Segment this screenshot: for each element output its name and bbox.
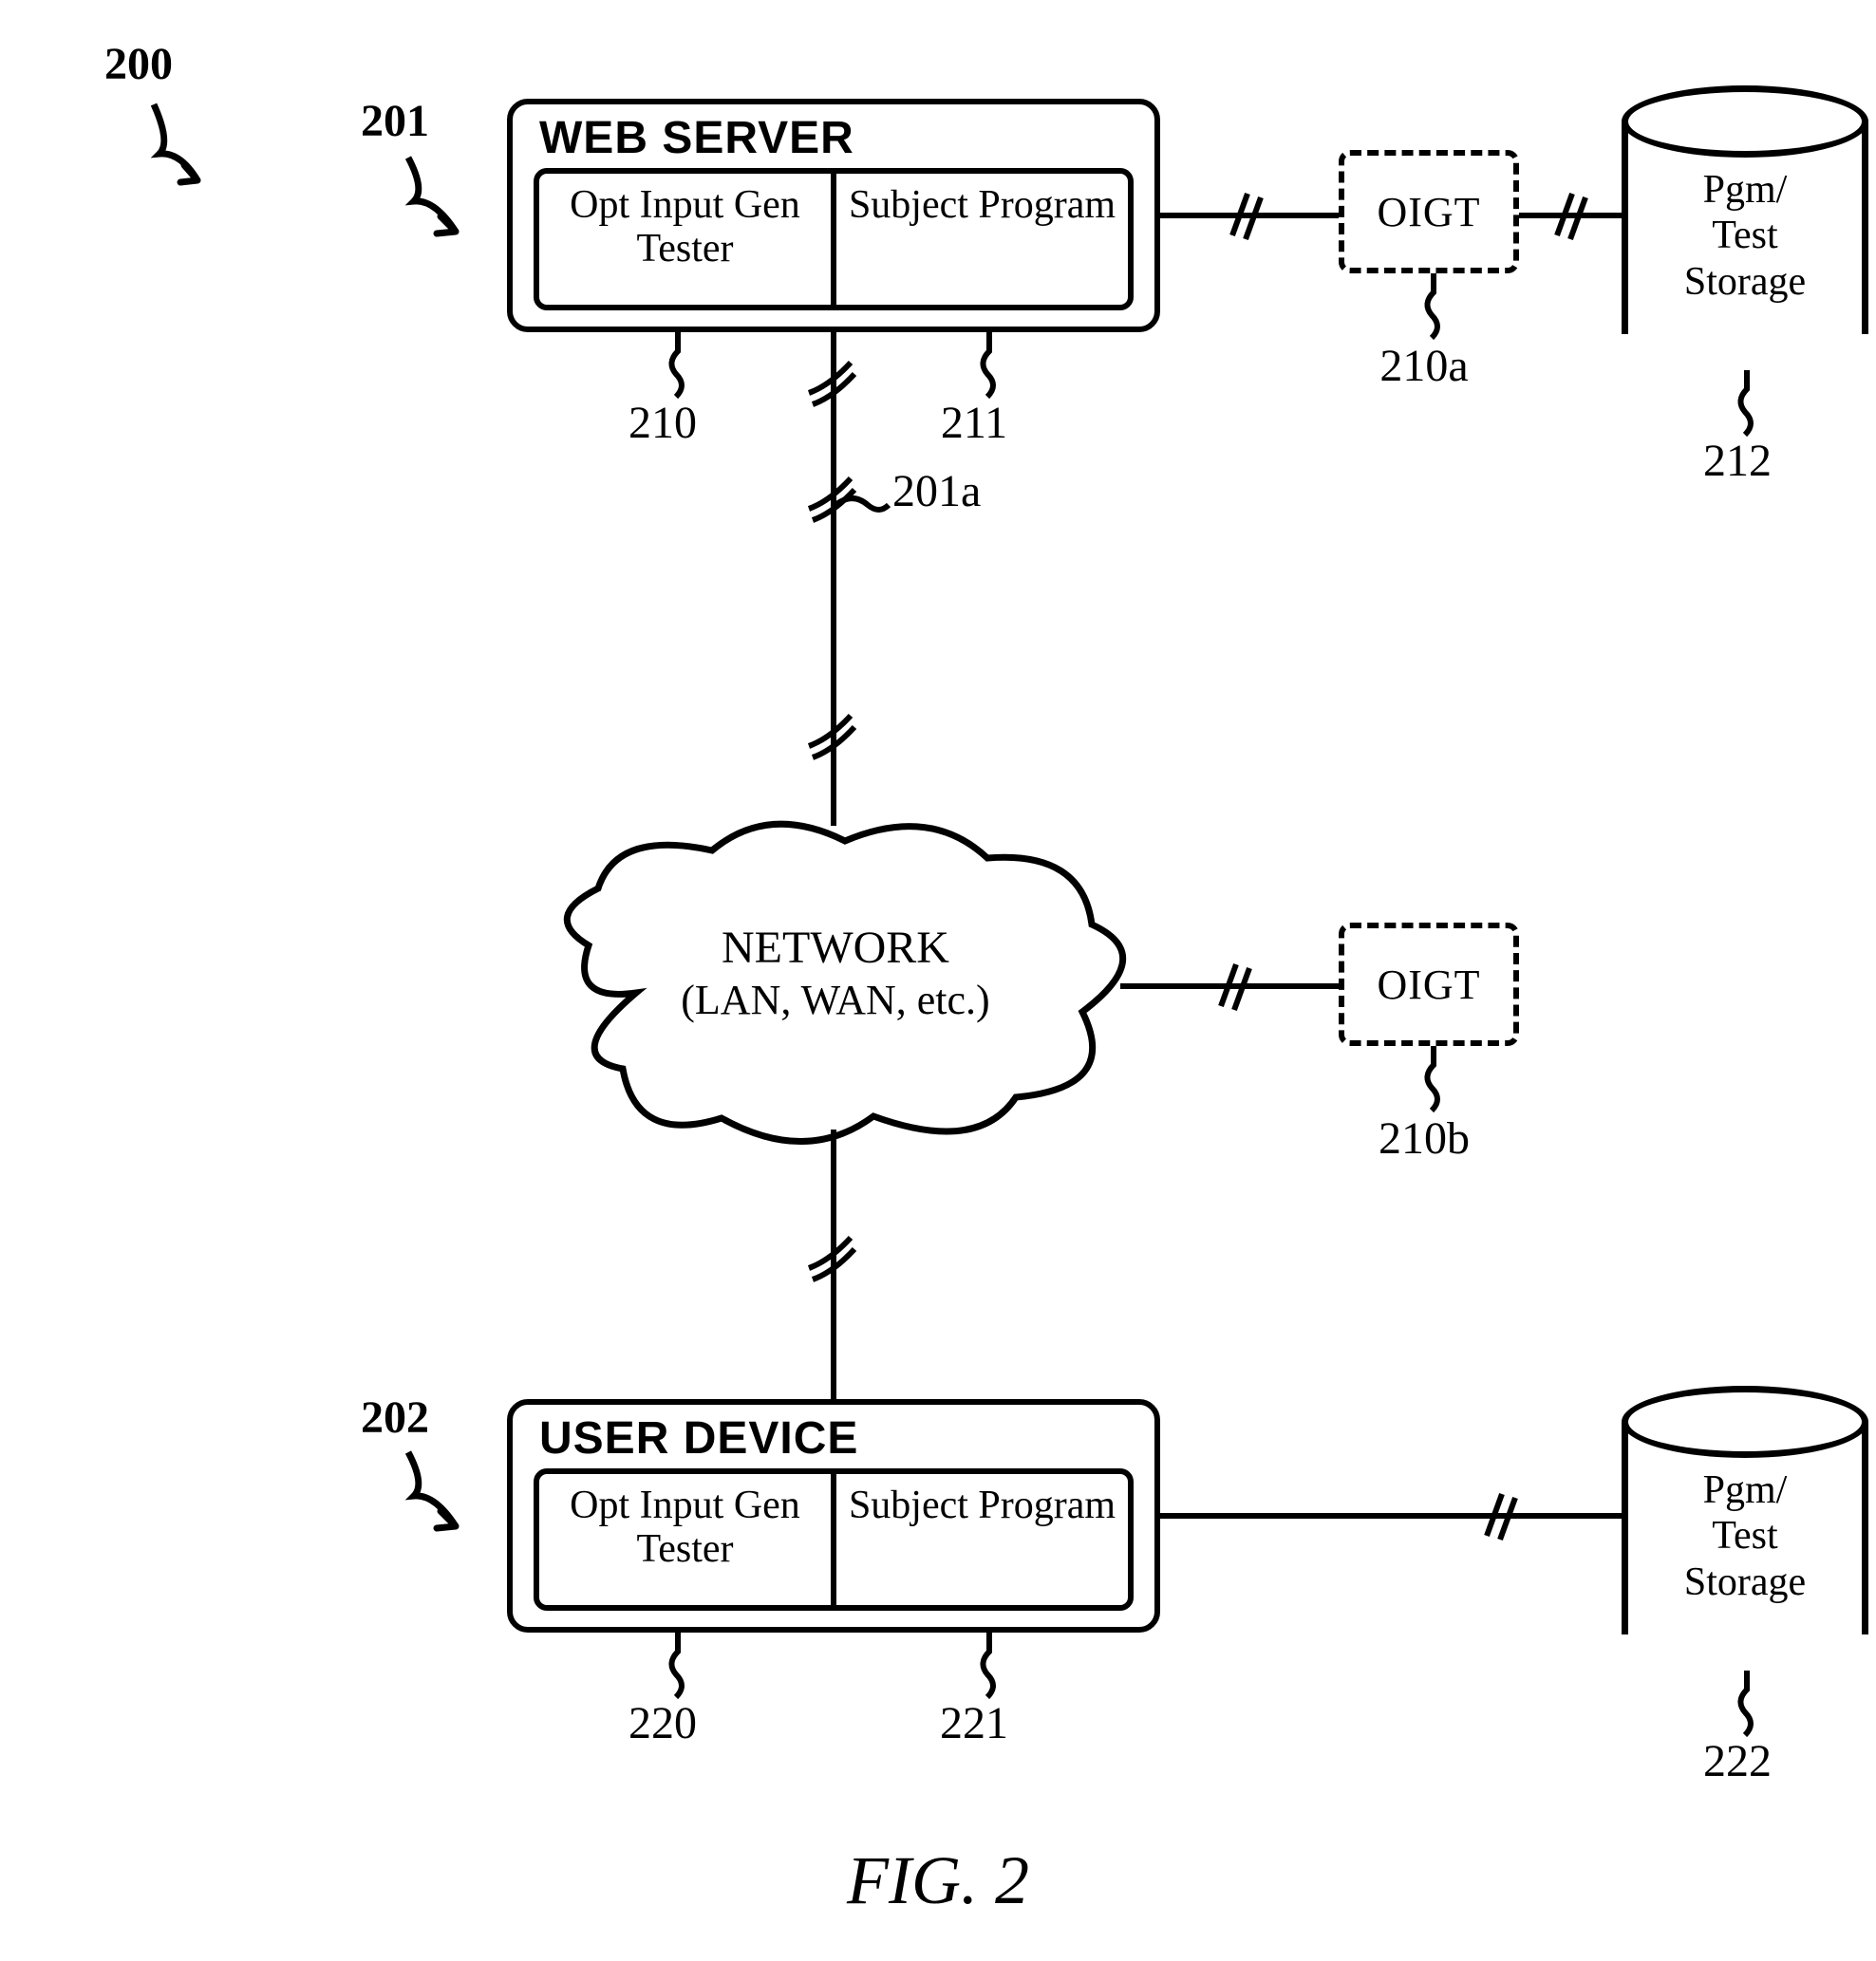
web-server-cell-left: Opt Input Gen Tester xyxy=(539,174,831,305)
user-device-box: USER DEVICE Opt Input Gen Tester Subject… xyxy=(507,1399,1160,1633)
ref-212: 212 xyxy=(1661,435,1813,487)
break-ud-db xyxy=(1481,1488,1529,1545)
break-v2 xyxy=(805,712,862,759)
ref-211: 211 xyxy=(908,397,1041,449)
ref-221: 221 xyxy=(908,1697,1041,1749)
conn-ud-db xyxy=(1160,1511,1625,1521)
ref-210a: 210a xyxy=(1329,340,1519,392)
ref-200: 200 xyxy=(104,38,173,90)
web-server-title: WEB SERVER xyxy=(513,104,1154,168)
ref-200-arrow xyxy=(142,95,256,209)
leader-220 xyxy=(659,1633,697,1699)
storage-bot: Pgm/ Test Storage xyxy=(1622,1386,1868,1671)
web-server-box: WEB SERVER Opt Input Gen Tester Subject … xyxy=(507,99,1160,332)
ref-210: 210 xyxy=(596,397,729,449)
ref-201a: 201a xyxy=(892,465,981,517)
break-v1 xyxy=(805,359,862,406)
user-device-inner: Opt Input Gen Tester Subject Program xyxy=(534,1468,1134,1611)
break-v3 xyxy=(805,1234,862,1281)
user-device-cell-left: Opt Input Gen Tester xyxy=(539,1474,831,1605)
leader-221 xyxy=(970,1633,1008,1699)
break-cloud-oigtb xyxy=(1215,959,1263,1016)
user-device-cell-right: Subject Program xyxy=(836,1474,1128,1605)
web-server-cell-right: Subject Program xyxy=(836,174,1128,305)
break-ws-oigt xyxy=(1227,188,1274,245)
leader-222 xyxy=(1728,1671,1766,1737)
figure-title: FIG. 2 xyxy=(0,1841,1876,1920)
oigt-b-box: OIGT xyxy=(1339,923,1519,1046)
leader-210a xyxy=(1415,273,1453,340)
network-label: NETWORK (LAN, WAN, etc.) xyxy=(589,921,1082,1025)
leader-210b xyxy=(1415,1046,1453,1112)
leader-212 xyxy=(1728,370,1766,437)
ref-201: 201 xyxy=(361,95,429,147)
leader-210 xyxy=(659,332,697,399)
storage-top: Pgm/ Test Storage xyxy=(1622,85,1868,370)
storage-top-label: Pgm/ Test Storage xyxy=(1622,167,1868,305)
break-oigt-db-top xyxy=(1551,188,1599,245)
oigt-a-box: OIGT xyxy=(1339,150,1519,273)
user-device-title: USER DEVICE xyxy=(513,1405,1154,1468)
figure-canvas: 200 201 WEB SERVER Opt Input Gen Tester … xyxy=(0,0,1876,1961)
storage-bot-label: Pgm/ Test Storage xyxy=(1622,1467,1868,1605)
ref-210b: 210b xyxy=(1329,1112,1519,1165)
ref-202: 202 xyxy=(361,1391,429,1444)
ref-220: 220 xyxy=(596,1697,729,1749)
ref-222: 222 xyxy=(1661,1735,1813,1787)
web-server-inner: Opt Input Gen Tester Subject Program xyxy=(534,168,1134,310)
ref-202-arrow xyxy=(389,1447,503,1541)
leader-201a xyxy=(835,486,892,524)
ref-201-arrow xyxy=(389,152,503,247)
leader-211 xyxy=(970,332,1008,399)
